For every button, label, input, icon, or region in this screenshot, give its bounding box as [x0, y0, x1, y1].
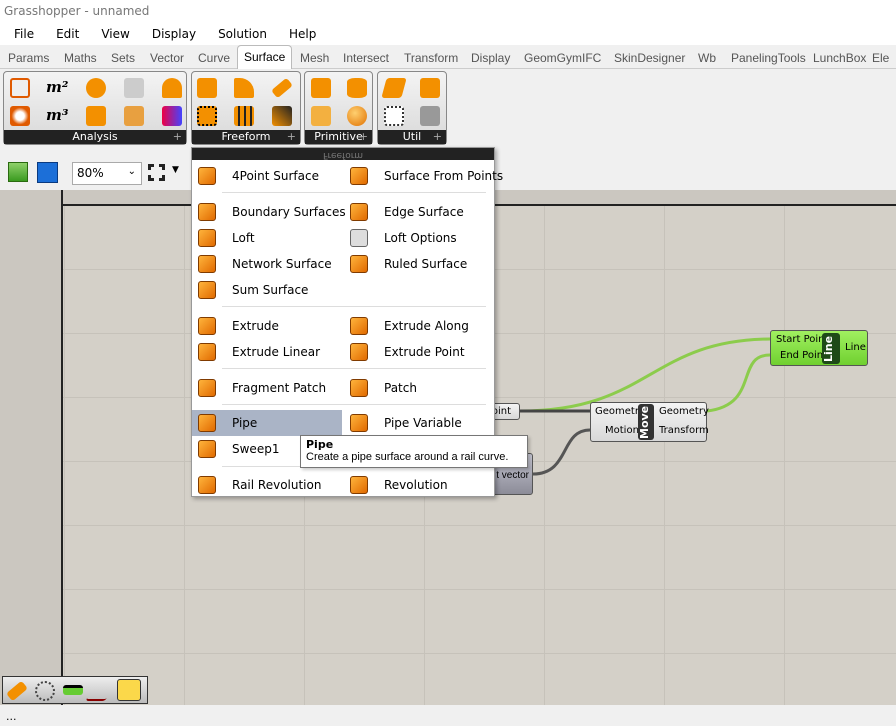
scribble-icon[interactable]: [117, 679, 141, 701]
menu-item-ruled-surface[interactable]: Ruled Surface: [344, 251, 494, 277]
pipe-icon: [198, 414, 216, 432]
menu-item-pipe-variable[interactable]: Pipe Variable: [344, 410, 494, 436]
menu-separator: [222, 306, 486, 307]
move-output-transform[interactable]: Transform: [659, 425, 709, 436]
menu-separator: [222, 192, 486, 193]
menu-item-loft[interactable]: Loft: [192, 225, 342, 251]
loft-icon: [198, 229, 216, 247]
surface-from-points-icon: [350, 167, 368, 185]
polyline-icon[interactable]: [85, 681, 117, 701]
menu-item-loft-options[interactable]: Loft Options: [344, 225, 494, 251]
boundary-surface-icon: [198, 203, 216, 221]
menu-item-4point-surface[interactable]: 4Point Surface: [192, 163, 342, 189]
tooltip-text: Create a pipe surface around a rail curv…: [306, 451, 509, 463]
menu-item-pipe[interactable]: Pipe: [192, 410, 342, 436]
patch-icon: [350, 379, 368, 397]
menu-item-surface-from-points[interactable]: Surface From Points: [344, 163, 503, 189]
menu-item-extrude-linear[interactable]: Extrude Linear: [192, 339, 342, 365]
menu-item-revolution[interactable]: Revolution: [344, 472, 494, 498]
line-input-end[interactable]: End Point: [780, 350, 827, 361]
network-surface-icon: [198, 255, 216, 273]
4point-surface-icon: [198, 167, 216, 185]
extrude-point-icon: [350, 343, 368, 361]
move-output-geometry[interactable]: Geometry: [659, 406, 709, 417]
line-node-name: Line: [822, 333, 840, 364]
wire-vector-to-motion: [532, 428, 591, 476]
pipe-icon[interactable]: [6, 680, 28, 702]
ruled-surface-icon: [350, 255, 368, 273]
move-node[interactable]: Geometry Motion Move Geometry Transform: [590, 402, 709, 442]
rail-revolution-icon: [198, 476, 216, 494]
line-output[interactable]: Line: [845, 342, 866, 353]
menu-item-extrude[interactable]: Extrude: [192, 313, 342, 339]
edge-surface-icon: [350, 203, 368, 221]
wire-move-to-end: [706, 353, 771, 413]
menu-separator: [222, 404, 486, 405]
move-node-name: Move: [638, 404, 654, 440]
status-bar: ...: [0, 705, 896, 726]
sweep1-icon: [198, 440, 216, 458]
canvas-widget-dock: [2, 676, 148, 704]
fragment-patch-icon: [198, 379, 216, 397]
menu-item-fragment-patch[interactable]: Fragment Patch: [192, 375, 342, 401]
sum-surface-icon: [198, 281, 216, 299]
tooltip: Pipe Create a pipe surface around a rail…: [300, 435, 528, 468]
menu-item-boundary-surfaces[interactable]: Boundary Surfaces: [192, 199, 346, 225]
move-input-motion[interactable]: Motion: [605, 425, 639, 436]
loft-options-icon: [350, 229, 368, 247]
arrow-bar-icon[interactable]: [63, 685, 83, 695]
menu-item-network-surface[interactable]: Network Surface: [192, 251, 342, 277]
menu-separator: [222, 368, 486, 369]
line-node[interactable]: Start Point End Point Line Line: [770, 330, 868, 366]
extrude-linear-icon: [198, 343, 216, 361]
tooltip-title: Pipe: [306, 438, 334, 451]
pipe-variable-icon: [350, 414, 368, 432]
menu-item-extrude-along[interactable]: Extrude Along: [344, 313, 494, 339]
menu-item-sum-surface[interactable]: Sum Surface: [192, 277, 342, 303]
vector-output[interactable]: t vector: [496, 470, 529, 481]
menu-item-patch[interactable]: Patch: [344, 375, 494, 401]
extrude-icon: [198, 317, 216, 335]
line-input-start[interactable]: Start Point: [776, 334, 828, 345]
points-icon[interactable]: [35, 681, 55, 701]
menu-item-extrude-point[interactable]: Extrude Point: [344, 339, 494, 365]
menu-item-edge-surface[interactable]: Edge Surface: [344, 199, 494, 225]
menu-item-rail-revolution[interactable]: Rail Revolution: [192, 472, 342, 498]
extrude-along-icon: [350, 317, 368, 335]
menu-header: Freeform: [192, 148, 494, 160]
revolution-icon: [350, 476, 368, 494]
